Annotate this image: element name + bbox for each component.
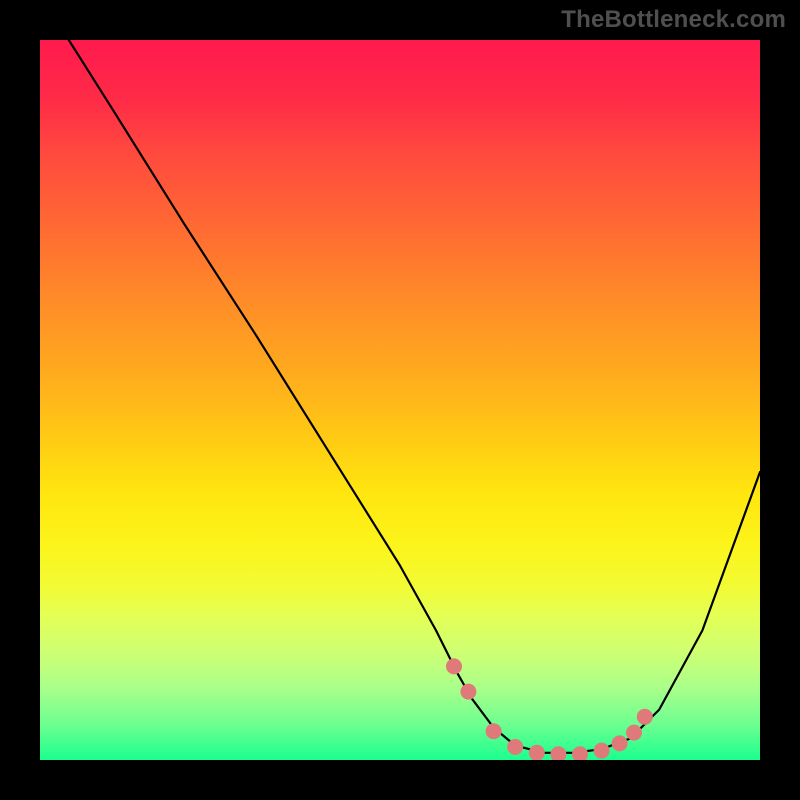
marker-dot bbox=[507, 739, 523, 755]
watermark-text: TheBottleneck.com bbox=[561, 6, 786, 34]
chart-frame: TheBottleneck.com bbox=[0, 0, 800, 800]
marker-dot bbox=[446, 658, 462, 674]
bottleneck-curve bbox=[69, 40, 760, 753]
marker-dot bbox=[529, 745, 545, 760]
marker-dot bbox=[626, 725, 642, 741]
marker-dot bbox=[460, 684, 476, 700]
marker-group bbox=[446, 658, 653, 760]
marker-dot bbox=[594, 743, 610, 759]
marker-dot bbox=[550, 746, 566, 760]
marker-dot bbox=[572, 746, 588, 760]
marker-dot bbox=[612, 735, 628, 751]
marker-dot bbox=[486, 723, 502, 739]
curve-svg bbox=[40, 40, 760, 760]
marker-dot bbox=[637, 709, 653, 725]
